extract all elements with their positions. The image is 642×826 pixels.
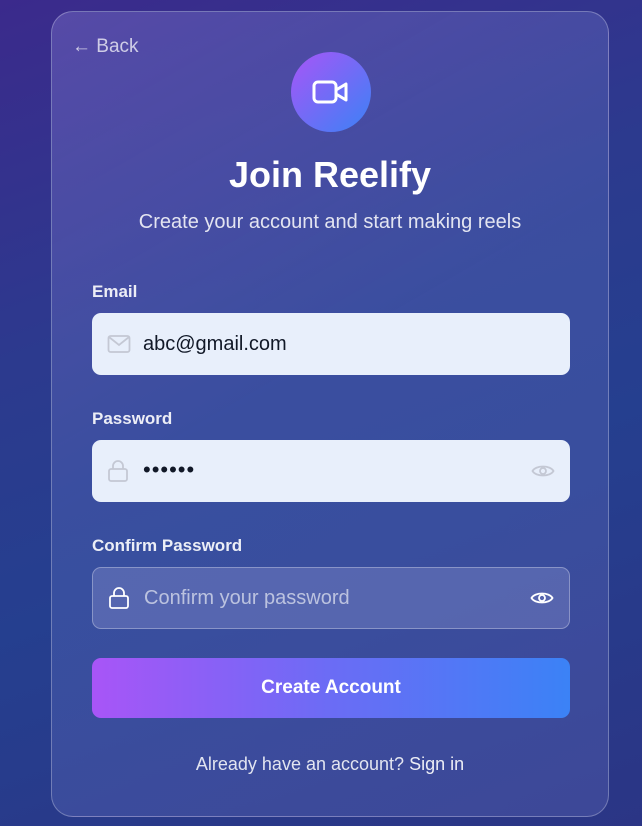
page-title: Join Reelify — [228, 154, 432, 195]
signup-card: ← Back Join Reelify Create your account … — [51, 11, 609, 817]
create-account-button[interactable]: Create Account — [92, 658, 570, 718]
confirm-password-field[interactable]: Confirm your password — [92, 567, 570, 629]
confirm-password-placeholder: Confirm your password — [144, 586, 350, 609]
sign-in-link[interactable]: Sign in — [409, 754, 464, 774]
email-field[interactable]: abc@gmail.com — [92, 313, 570, 375]
signin-prompt-text: Already have an account? — [195, 754, 405, 774]
lock-icon — [108, 586, 130, 610]
eye-icon[interactable] — [531, 463, 555, 479]
logo-badge — [291, 52, 371, 132]
mail-icon — [107, 334, 131, 354]
eye-icon[interactable] — [530, 590, 554, 606]
page-subtitle: Create your account and start making ree… — [138, 211, 522, 233]
back-link-label: ← Back — [72, 36, 139, 57]
password-value: •••••• — [143, 457, 196, 482]
signin-prompt-row: Already have an account? Sign in — [52, 754, 608, 775]
password-field[interactable]: •••••• — [92, 440, 570, 502]
email-label: Email — [92, 282, 138, 301]
create-account-button-label: Create Account — [261, 677, 401, 698]
password-label: Password — [92, 409, 173, 428]
email-value: abc@gmail.com — [143, 332, 287, 355]
confirm-password-label: Confirm Password — [92, 536, 243, 555]
lock-icon — [107, 459, 129, 483]
back-link[interactable]: ← Back — [72, 36, 139, 58]
video-camera-icon — [312, 80, 348, 104]
